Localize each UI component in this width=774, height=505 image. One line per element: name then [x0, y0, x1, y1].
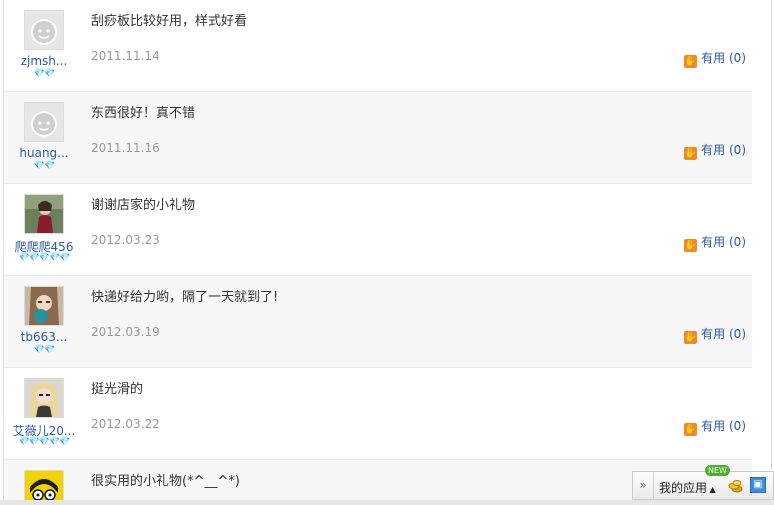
review-row: zjmsh... 💎💎 刮痧板比较好用，样式好看 2011.11.14 ✋ 有用 …: [4, 0, 752, 92]
review-date: 2011.11.16: [91, 141, 160, 155]
avatar-photo[interactable]: [24, 194, 64, 234]
review-text: 谢谢店家的小礼物: [91, 198, 196, 213]
review-text: 刮痧板比较好用，样式好看: [91, 14, 248, 29]
avatar-default[interactable]: [24, 102, 64, 142]
review-row: tb663... 💎💎 快递好给力哟，隔了一天就到了! 2012.03.19 ✋…: [4, 276, 752, 368]
my-apps-menu[interactable]: 我的应用 ▲: [659, 479, 716, 496]
status-strip: [0, 500, 774, 505]
review-row: huang... 💎💎 东西很好！真不错 2011.11.16 ✋ 有用 (0): [4, 92, 752, 184]
avatar-photo[interactable]: [24, 378, 64, 418]
rating-gems: 💎💎: [33, 345, 55, 355]
scroll-divider: [771, 0, 772, 470]
review-date: 2012.03.19: [91, 325, 160, 339]
review-text: 很实用的小礼物(*^__^*): [91, 474, 240, 489]
avatar-photo[interactable]: [24, 286, 64, 326]
coins-icon[interactable]: [727, 478, 743, 494]
thumb-icon: ✋: [684, 55, 698, 68]
review-list: zjmsh... 💎💎 刮痧板比较好用，样式好看 2011.11.14 ✋ 有用 …: [3, 0, 753, 505]
useful-button[interactable]: ✋ 有用 (0): [684, 141, 746, 160]
review-date: 2012.03.22: [91, 417, 160, 431]
review-text: 东西很好！真不错: [91, 106, 196, 121]
thumb-icon: ✋: [684, 331, 698, 344]
username-link[interactable]: zjmsh...: [4, 54, 84, 68]
rating-gems: 💎💎💎💎💎: [18, 437, 70, 447]
rating-gems: 💎💎: [33, 161, 55, 171]
thumb-icon: ✋: [684, 423, 698, 436]
caret-up-icon: ▲: [707, 485, 716, 494]
review-row: 艾薇儿20... 💎💎💎💎💎 挺光滑的 2012.03.22 ✋ 有用 (0): [4, 368, 752, 460]
review-text: 挺光滑的: [91, 382, 144, 397]
avatar-default[interactable]: [24, 10, 64, 50]
useful-button[interactable]: ✋ 有用 (0): [684, 49, 746, 68]
review-date: 2011.11.14: [91, 49, 160, 63]
review-text: 快递好给力哟，隔了一天就到了!: [91, 290, 279, 305]
username-link[interactable]: tb663...: [4, 330, 84, 344]
useful-button[interactable]: ✋ 有用 (0): [684, 233, 746, 252]
app-bar: » 我的应用 ▲ NEW ▣: [632, 465, 774, 500]
useful-button[interactable]: ✋ 有用 (0): [684, 325, 746, 344]
review-row: 爬爬爬456 💎💎💎💎💎 谢谢店家的小礼物 2012.03.23 ✋ 有用 (0): [4, 184, 752, 276]
rating-gems: 💎💎: [33, 69, 55, 79]
thumb-icon: ✋: [684, 239, 698, 252]
expand-chevron-icon[interactable]: »: [633, 472, 654, 499]
useful-button[interactable]: ✋ 有用 (0): [684, 417, 746, 436]
review-date: 2012.03.23: [91, 233, 160, 247]
username-link[interactable]: huang...: [4, 146, 84, 160]
thumb-icon: ✋: [684, 147, 698, 160]
rating-gems: 💎💎💎💎💎: [18, 253, 70, 263]
window-icon[interactable]: ▣: [750, 477, 766, 493]
new-badge: NEW: [705, 465, 730, 476]
